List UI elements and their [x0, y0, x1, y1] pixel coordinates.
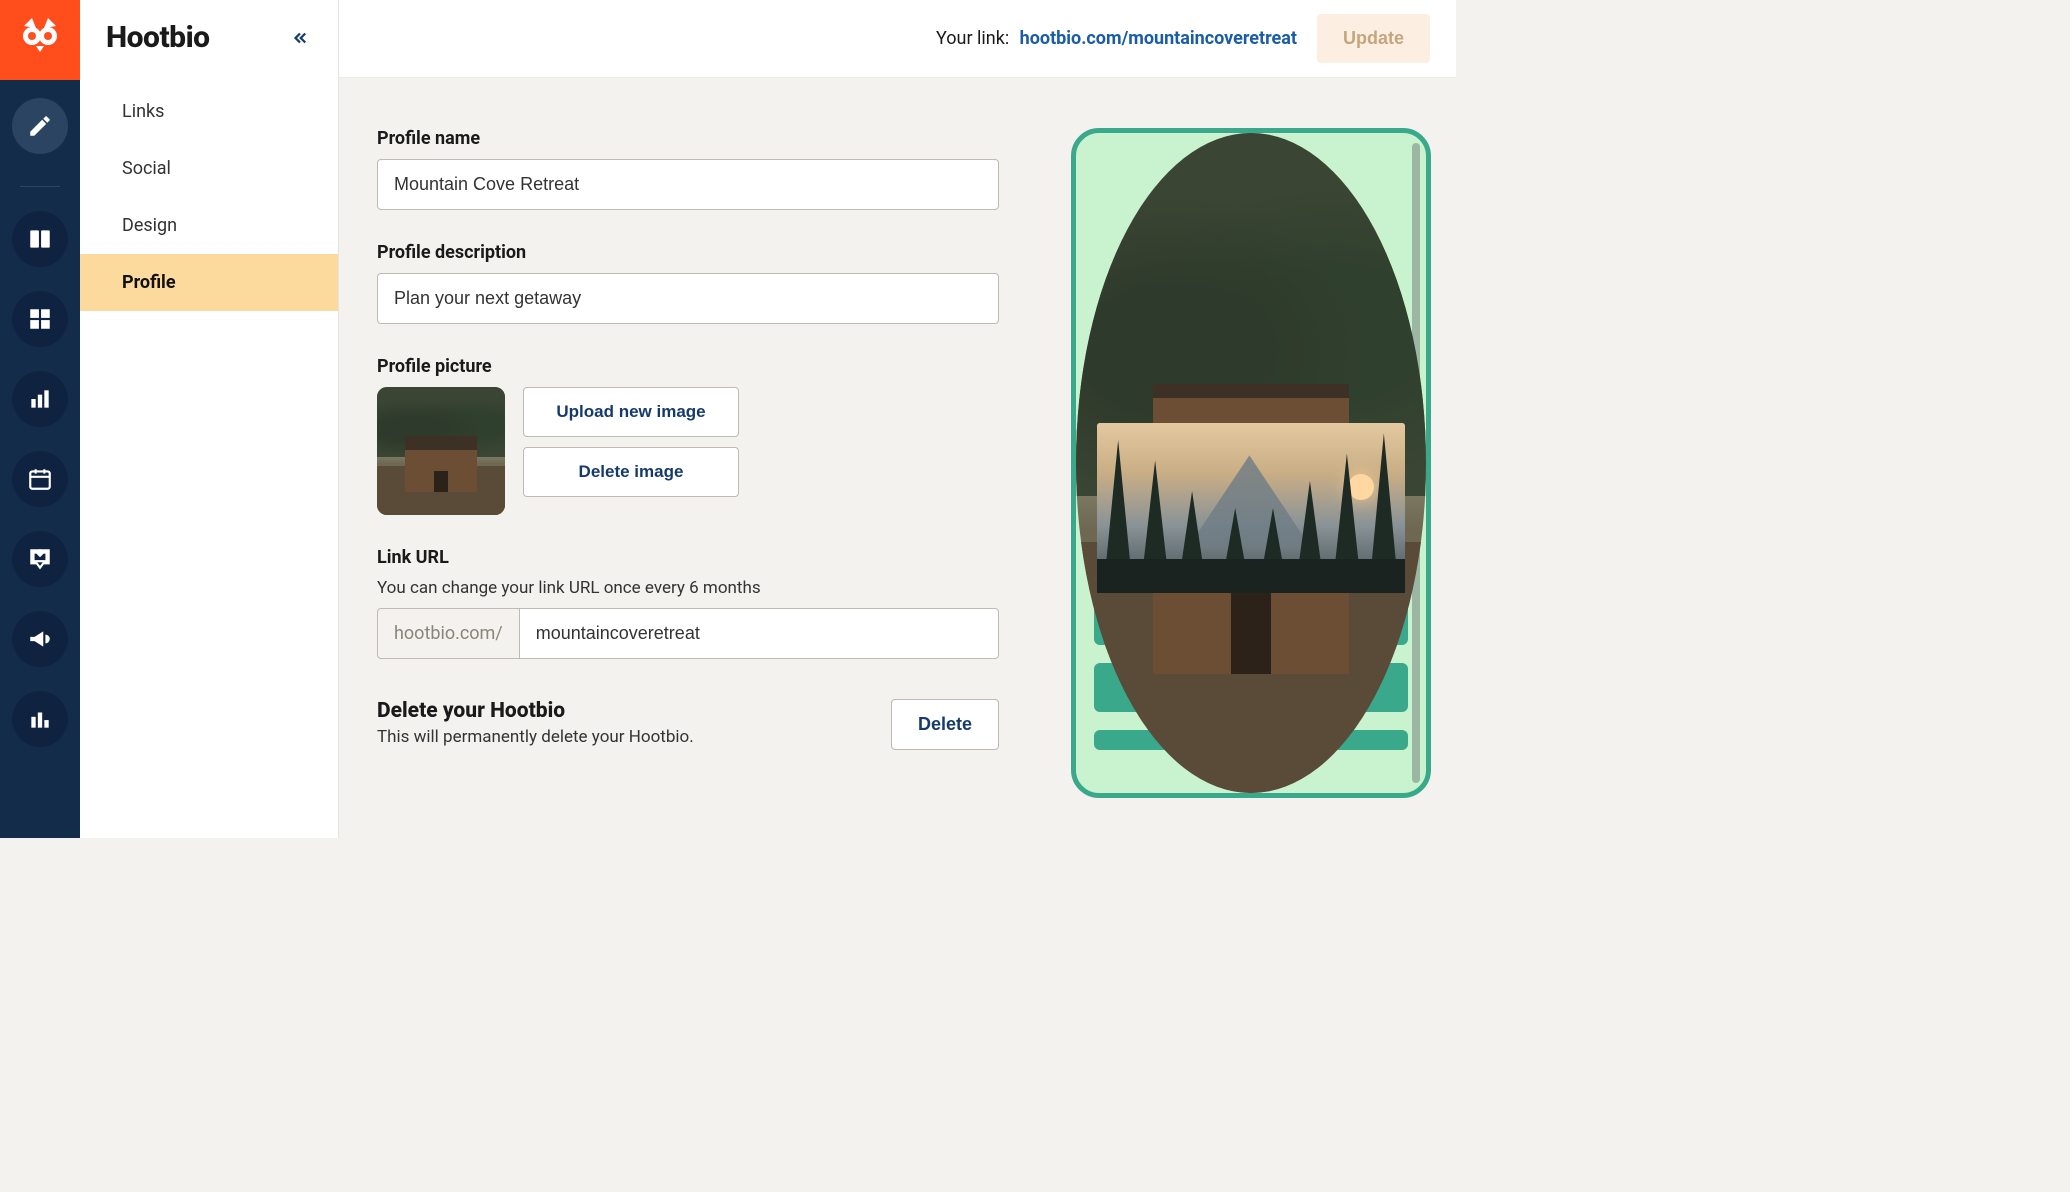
rail-edit[interactable] [12, 98, 68, 154]
delete-image-button[interactable]: Delete image [523, 447, 739, 497]
nav-links[interactable]: Links [80, 83, 338, 140]
preview-avatar [1194, 163, 1308, 277]
owl-logo[interactable] [0, 0, 80, 80]
rail-megaphone[interactable] [12, 611, 68, 667]
profile-name-label: Profile name [377, 128, 999, 149]
profile-pic-thumbnail [377, 387, 505, 515]
your-link-line: Your link: hootbio.com/mountaincoveretre… [936, 28, 1297, 49]
sidebar: Hootbio Links Social Design Profile [80, 0, 339, 838]
nav-list: Links Social Design Profile [80, 83, 338, 311]
link-url-label: Link URL [377, 547, 999, 568]
update-button[interactable]: Update [1317, 14, 1430, 63]
rail-inbox[interactable] [12, 531, 68, 587]
link-url-input[interactable] [519, 608, 999, 659]
rail-analytics[interactable] [12, 371, 68, 427]
collapse-sidebar-button[interactable] [288, 26, 312, 50]
phone-preview: Mountain Cove Retreat Plan your next get… [1071, 128, 1431, 798]
brand-title: Hootbio [106, 20, 210, 55]
profile-form: Profile name Profile description Profile… [339, 78, 1039, 838]
rail-chart[interactable] [12, 691, 68, 747]
delete-title: Delete your Hootbio [377, 699, 694, 723]
rail-grid[interactable] [12, 291, 68, 347]
profile-desc-label: Profile description [377, 242, 999, 263]
profile-pic-label: Profile picture [377, 356, 999, 377]
rail-cards[interactable] [12, 211, 68, 267]
your-link-url[interactable]: hootbio.com/mountaincoveretreat [1020, 28, 1297, 49]
your-link-prefix: Your link: [936, 28, 1009, 49]
link-url-prefix: hootbio.com/ [377, 608, 519, 659]
link-url-hint: You can change your link URL once every … [377, 578, 999, 598]
rail-divider [20, 186, 60, 187]
delete-hootbio-button[interactable]: Delete [891, 699, 999, 750]
main: Your link: hootbio.com/mountaincoveretre… [339, 0, 1456, 838]
profile-name-input[interactable] [377, 159, 999, 210]
nav-profile[interactable]: Profile [80, 254, 338, 311]
upload-image-button[interactable]: Upload new image [523, 387, 739, 437]
delete-desc: This will permanently delete your Hootbi… [377, 727, 694, 747]
preview-area: Mountain Cove Retreat Plan your next get… [1039, 78, 1449, 838]
profile-desc-input[interactable] [377, 273, 999, 324]
icon-rail [0, 0, 80, 838]
topbar: Your link: hootbio.com/mountaincoveretre… [339, 0, 1456, 78]
rail-calendar[interactable] [12, 451, 68, 507]
nav-design[interactable]: Design [80, 197, 338, 254]
nav-social[interactable]: Social [80, 140, 338, 197]
